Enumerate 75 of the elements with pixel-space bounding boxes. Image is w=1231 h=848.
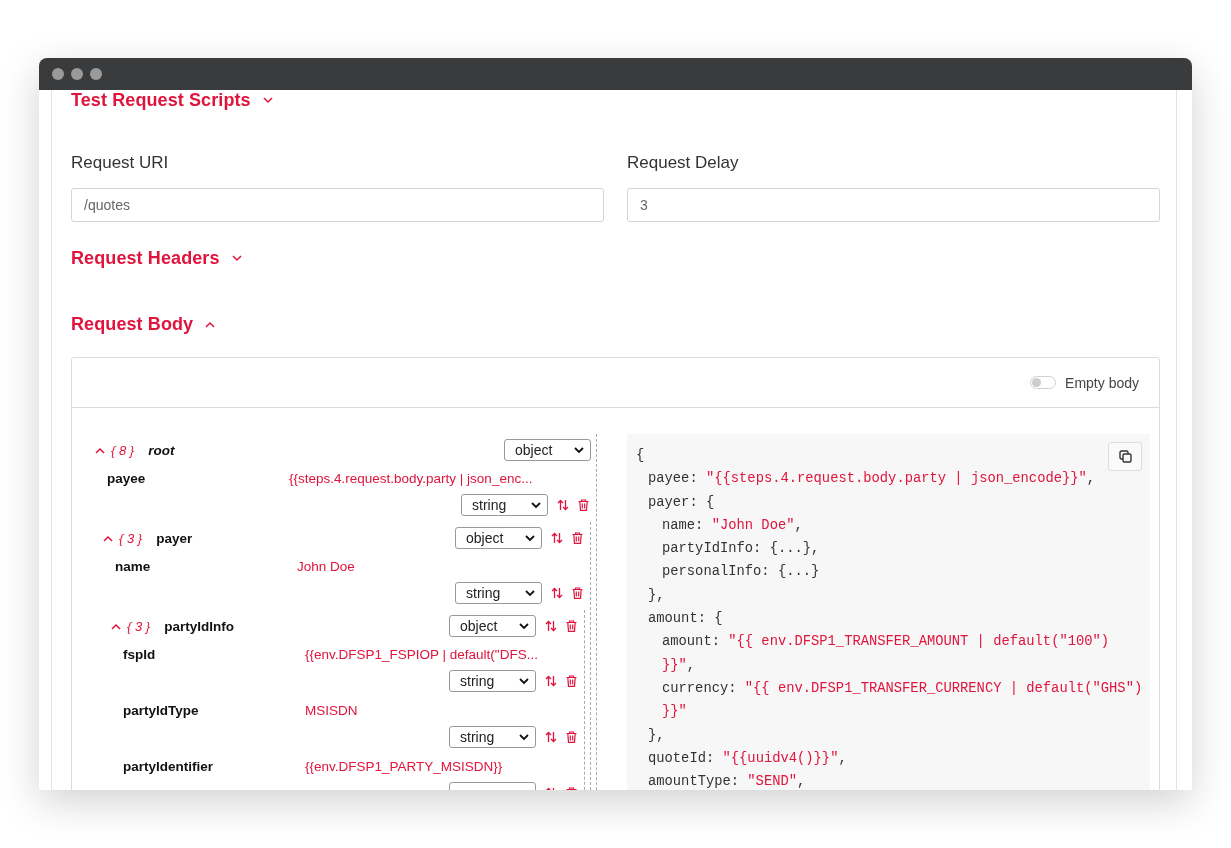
node-key: partyIdInfo	[164, 618, 234, 634]
code-line: payee: "{{steps.4.request.body.party | json_encode}}",	[648, 470, 1096, 489]
code-line: personalInfo: {...}	[662, 563, 820, 582]
caret-icon	[574, 446, 584, 454]
node-value[interactable]: {{env.DFSP1_FSPIOP | default("DFS...	[305, 646, 538, 662]
copy-icon	[1118, 450, 1132, 463]
sort-icon[interactable]	[545, 675, 557, 687]
code-line: name: "John Doe",	[662, 516, 803, 535]
node-key: partyIdentifier	[123, 758, 305, 774]
text-field[interactable]: 3	[627, 188, 1160, 222]
code-line: amount: {	[648, 610, 723, 629]
code-line: amount: "{{ env.DFSP1_TRANSFER_AMOUNT | default("100")	[662, 633, 1110, 652]
item-count: { 8 }	[111, 442, 135, 458]
type-dropdown[interactable]: object	[504, 439, 591, 461]
section-title[interactable]: Test Request Scripts	[71, 90, 251, 111]
code-line: {	[636, 447, 645, 465]
collapse-icon[interactable]	[103, 534, 113, 542]
code-line: payer: {	[648, 493, 715, 512]
toggle-label: Empty body	[1065, 374, 1139, 391]
type-dropdown[interactable]: string	[455, 582, 542, 604]
caret-icon	[525, 534, 535, 542]
code-line: amountType: "SEND",	[648, 773, 806, 790]
code-line: currency: "{{ env.DFSP1_TRANSFER_CURRENCY | default("GHS")	[662, 679, 1143, 698]
code-line: }}"	[662, 703, 687, 722]
node-value[interactable]: John Doe	[297, 558, 355, 574]
node-value[interactable]: {{env.DFSP1_PARTY_MSISDN}}	[305, 758, 503, 774]
field-label: Request URI	[71, 153, 170, 173]
trash-icon[interactable]	[578, 499, 589, 511]
caret-icon	[519, 622, 529, 630]
sort-icon[interactable]	[557, 499, 569, 511]
node-value[interactable]: {{steps.4.request.body.party | json_enc...	[289, 470, 533, 486]
item-count: { 3 }	[127, 618, 151, 634]
window-controls-icon[interactable]	[52, 68, 102, 80]
field-label: Request Delay	[627, 153, 740, 173]
code-line: },	[648, 586, 665, 605]
chevron-up-icon[interactable]	[205, 321, 216, 328]
type-dropdown[interactable]: string	[461, 494, 548, 516]
chevron-down-icon[interactable]	[231, 255, 242, 262]
caret-icon	[531, 501, 541, 509]
trash-icon[interactable]	[566, 675, 577, 687]
collapse-icon[interactable]	[95, 446, 105, 454]
code-line: }}",	[662, 656, 696, 675]
node-value[interactable]: MSISDN	[305, 702, 358, 718]
node-key: partyIdType	[123, 702, 305, 718]
node-key: name	[115, 558, 297, 574]
type-dropdown[interactable]: object	[455, 527, 542, 549]
sort-icon[interactable]	[551, 532, 563, 544]
sort-icon[interactable]	[545, 731, 557, 743]
node-key: root	[148, 442, 175, 458]
code-line: },	[648, 726, 665, 745]
trash-icon[interactable]	[566, 620, 577, 632]
sort-icon[interactable]	[551, 587, 563, 599]
code-line: partyIdInfo: {...},	[662, 540, 820, 559]
type-dropdown[interactable]: object	[449, 615, 536, 637]
section-title[interactable]: Request Headers	[71, 248, 220, 269]
sort-icon[interactable]	[545, 620, 557, 632]
section-title[interactable]: Request Body	[71, 314, 194, 335]
node-key: payee	[107, 470, 289, 486]
node-key: payer	[156, 530, 193, 546]
trash-icon[interactable]	[566, 731, 577, 743]
text-field[interactable]: /quotes	[71, 188, 604, 222]
toggle-switch[interactable]	[1030, 376, 1057, 389]
code-line: quoteId: "{{uuidv4()}}",	[648, 749, 847, 768]
type-dropdown[interactable]: string	[449, 726, 536, 748]
copy-button[interactable]	[1108, 442, 1143, 471]
collapse-icon[interactable]	[111, 622, 121, 630]
caret-icon	[525, 589, 535, 597]
chevron-down-icon[interactable]	[262, 97, 273, 104]
item-count: { 3 }	[119, 530, 143, 546]
trash-icon[interactable]	[572, 532, 583, 544]
node-key: fspId	[123, 646, 305, 662]
trash-icon[interactable]	[572, 587, 583, 599]
type-dropdown[interactable]: string	[449, 670, 536, 692]
caret-icon	[519, 677, 529, 685]
caret-icon	[519, 733, 529, 741]
